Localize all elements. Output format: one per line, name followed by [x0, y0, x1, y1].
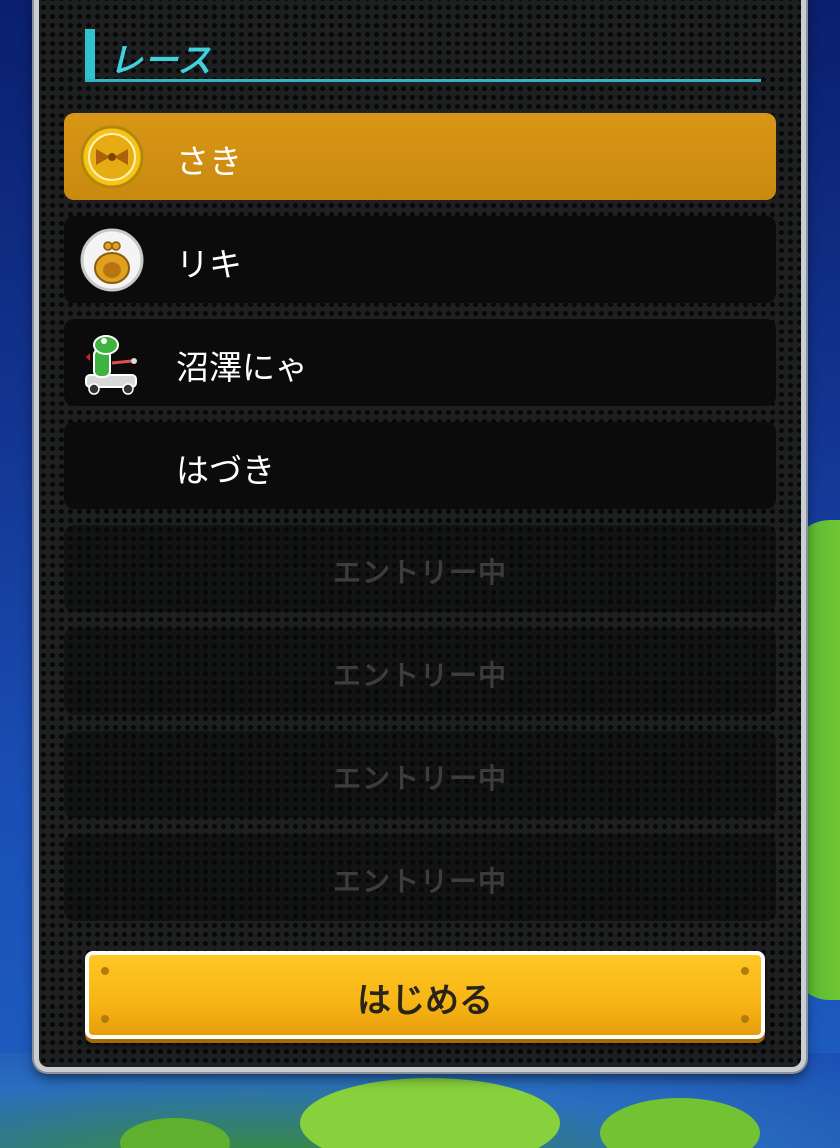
- race-lobby-panel: レース さき リキ 沼澤にゃ はづき エントリー中 エントリー中 エントリー中 …: [34, 0, 806, 1072]
- empty-entry-slot: エントリー中: [64, 731, 776, 818]
- header-accent-bar: [85, 29, 95, 79]
- player-row[interactable]: リキ: [64, 216, 776, 303]
- empty-entry-slot: エントリー中: [64, 834, 776, 921]
- start-button-label: はじめる: [357, 981, 493, 1021]
- empty-entry-slot: エントリー中: [64, 525, 776, 612]
- player-row[interactable]: 沼澤にゃ: [64, 319, 776, 406]
- player-name: 沼澤にゃ: [176, 348, 308, 387]
- player-row-selected[interactable]: さき: [64, 113, 776, 200]
- entry-status-label: エントリー中: [332, 556, 507, 589]
- player-row[interactable]: はづき: [64, 422, 776, 509]
- panel-header: レース: [85, 29, 761, 82]
- money-bag-icon: [80, 228, 144, 292]
- player-name: リキ: [176, 245, 242, 284]
- player-name: はづき: [176, 451, 275, 490]
- entry-status-label: エントリー中: [332, 865, 507, 898]
- entry-status-label: エントリー中: [332, 659, 507, 692]
- player-name: さき: [176, 142, 242, 181]
- page-title: レース: [109, 41, 213, 81]
- entry-status-label: エントリー中: [332, 762, 507, 795]
- player-list: さき リキ 沼澤にゃ はづき エントリー中 エントリー中 エントリー中 エントリ…: [64, 113, 776, 937]
- start-button[interactable]: はじめる: [85, 951, 765, 1039]
- empty-entry-slot: エントリー中: [64, 628, 776, 715]
- bow-coin-icon: [80, 125, 144, 189]
- yoshi-kart-icon: [80, 331, 144, 395]
